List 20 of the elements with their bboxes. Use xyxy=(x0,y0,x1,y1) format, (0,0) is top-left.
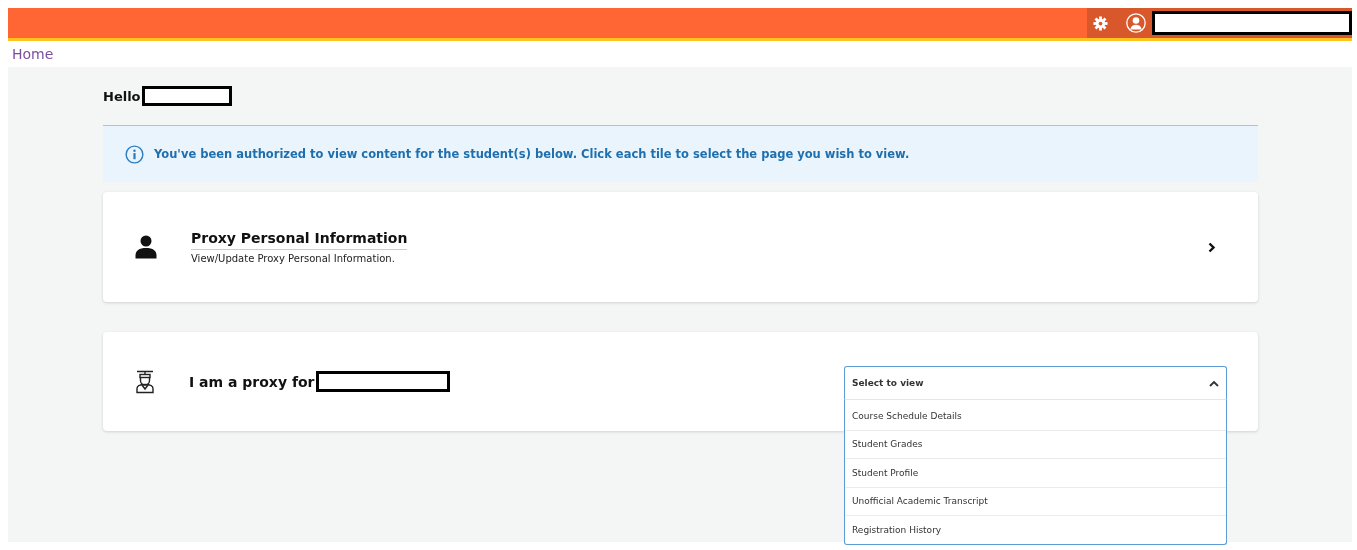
info-message: You've been authorized to view content for the student(s) below. Click each tile to select the page you wish to view. xyxy=(154,147,910,161)
dropdown-option[interactable]: Registration History xyxy=(845,515,1226,544)
dropdown-option[interactable]: Student Profile xyxy=(845,458,1226,487)
tile-card[interactable]: Proxy Personal Information View/Update Proxy Personal Information. xyxy=(103,192,1258,302)
tile-title: I am a proxy for xyxy=(189,373,315,390)
user-icon[interactable] xyxy=(1126,13,1146,33)
greeting-text: Hello xyxy=(103,88,141,104)
home-link[interactable]: Home xyxy=(12,46,54,62)
graduate-icon xyxy=(135,369,155,394)
person-icon xyxy=(135,235,157,259)
settings-icon[interactable] xyxy=(1093,15,1108,31)
select-dropdown[interactable]: Select to view xyxy=(844,366,1227,400)
dropdown-option[interactable]: Student Grades xyxy=(845,429,1226,458)
chevron-up-icon xyxy=(1209,379,1219,387)
chevron-right-icon[interactable] xyxy=(1208,241,1216,253)
dropdown-option[interactable]: Course Schedule Details xyxy=(845,402,1226,430)
dropdown-option[interactable]: Unofficial Academic Transcript xyxy=(845,486,1226,515)
info-icon xyxy=(125,144,144,164)
tile-title: Proxy Personal Information xyxy=(191,230,408,250)
tile-description: View/Update Proxy Personal Information. xyxy=(191,253,396,264)
